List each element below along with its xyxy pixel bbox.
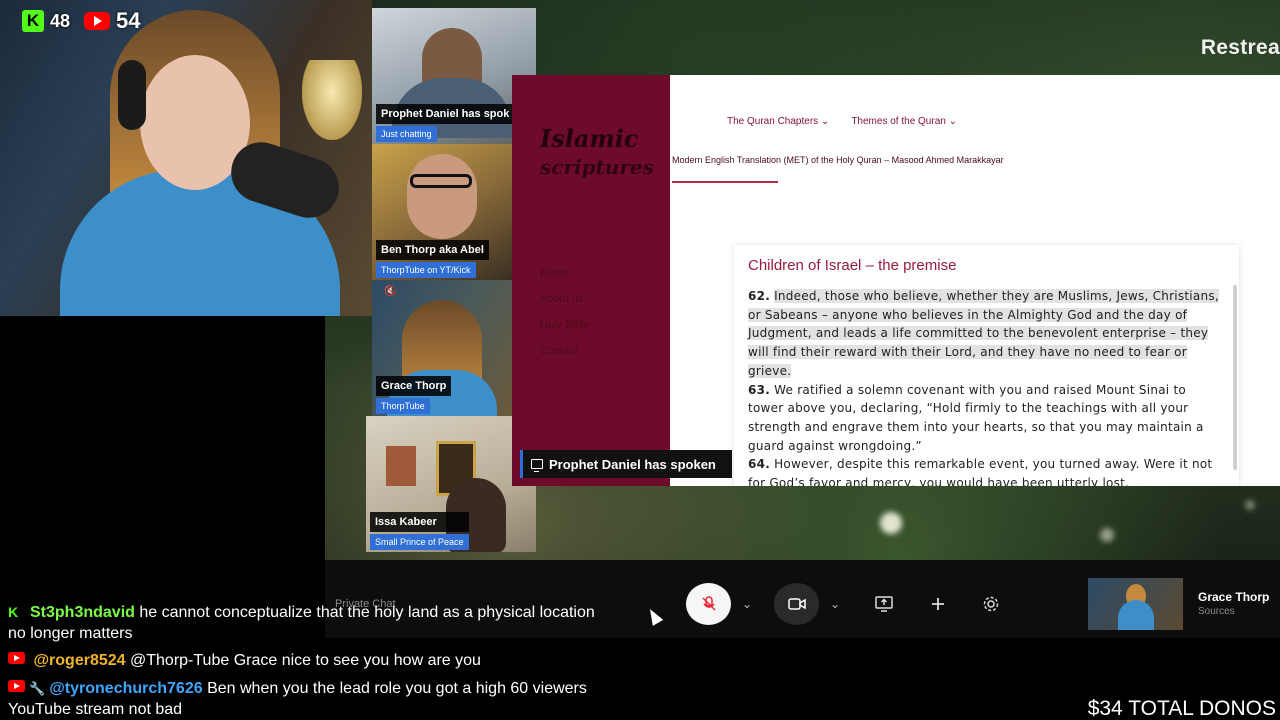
self-preview-thumbnail[interactable]: [1088, 578, 1183, 630]
chat-message: K St3ph3ndavid he cannot conceptualize th…: [8, 603, 595, 623]
chat-message: 🔧 @tyronechurch7626 Ben when you the lead…: [8, 679, 587, 699]
participant-name: Prophet Daniel has spok: [376, 104, 515, 124]
participant-tag: ThorpTube on YT/Kick: [376, 262, 476, 278]
caption-text: Prophet Daniel has spoken: [549, 456, 716, 472]
participant-tile[interactable]: Issa Kabeer Small Prince of Peace: [366, 416, 536, 552]
participant-tag: ThorpTube: [376, 398, 430, 414]
restream-label: Restrea: [1200, 36, 1280, 59]
logo-line-2: scriptures: [540, 155, 654, 179]
participant-label: Grace Thorp ThorpTube: [376, 376, 452, 414]
logo-line-1: Islamic: [540, 124, 639, 153]
glasses: [410, 174, 472, 188]
website-logo: Islamic scriptures: [540, 125, 654, 181]
main-webcam: K 48 54: [0, 0, 372, 316]
verse-number: 64.: [748, 457, 771, 472]
youtube-icon: [8, 680, 25, 692]
kick-icon: K: [8, 604, 19, 620]
participant-label: Ben Thorp aka Abel ThorpTube on YT/Kick: [376, 240, 489, 278]
chat-message-continued: YouTube stream not bad: [8, 701, 183, 718]
chat-message: @roger8524 @Thorp-Tube Grace nice to see…: [8, 651, 481, 671]
bokeh-light: [1245, 500, 1255, 510]
nav-quran-chapters[interactable]: The Quran Chapters ⌄: [727, 116, 829, 127]
share-screen-button[interactable]: [866, 583, 902, 625]
self-sources-link[interactable]: Sources: [1198, 606, 1235, 617]
participant-label: Prophet Daniel has spok Just chatting: [376, 104, 515, 142]
chat-username: @tyronechurch7626: [49, 680, 203, 697]
viewer-counts: K 48 54: [22, 8, 141, 34]
nav-about[interactable]: About us: [540, 293, 590, 305]
participant-name: Ben Thorp aka Abel: [376, 240, 489, 260]
youtube-icon: [84, 12, 111, 30]
article-scrollbar[interactable]: [1233, 285, 1237, 470]
nav-home[interactable]: Home: [540, 267, 590, 279]
article-card: Children of Israel – the premise 62. Ind…: [734, 245, 1239, 486]
verse-64: 64. However, despite this remarkable eve…: [748, 455, 1225, 486]
bokeh-light: [1100, 528, 1114, 542]
chat-text: Ben when you the lead role you got a hig…: [207, 680, 587, 697]
lamp: [302, 60, 362, 140]
chat-message-continued: no longer matters: [8, 625, 133, 642]
participant-tile[interactable]: 🔇 Grace Thorp ThorpTube: [372, 280, 512, 416]
verse-text: We ratified a solemn covenant with you a…: [748, 382, 1204, 453]
settings-button[interactable]: [973, 583, 1009, 625]
kick-icon: K: [22, 10, 44, 32]
camera-options-chevron[interactable]: ⌄: [825, 583, 845, 625]
screen-share-caption: Prophet Daniel has spoken: [520, 450, 732, 478]
self-name: Grace Thorp: [1198, 590, 1270, 604]
participant-label: Issa Kabeer Small Prince of Peace: [370, 512, 469, 550]
donations-total: $34 TOTAL DONOS: [1087, 697, 1276, 720]
chat-text: he cannot conceptualize that the holy la…: [139, 604, 595, 621]
bokeh-light: [880, 512, 902, 534]
wall-picture: [386, 446, 416, 486]
gear-icon: [983, 596, 999, 612]
article-title: Children of Israel – the premise: [748, 257, 957, 274]
self-figure: [1118, 600, 1154, 630]
website-top-nav: The Quran Chapters ⌄ Themes of the Quran…: [727, 116, 957, 127]
verse-63: 63. We ratified a solemn covenant with y…: [748, 381, 1225, 456]
participant-tag: Small Prince of Peace: [370, 534, 469, 550]
participant-figure: [407, 154, 477, 239]
mic-off-icon: [701, 596, 716, 611]
mic-options-chevron[interactable]: ⌄: [737, 583, 757, 625]
verse-number: 63.: [748, 382, 771, 397]
participant-tile[interactable]: Ben Thorp aka Abel ThorpTube on YT/Kick: [372, 144, 512, 280]
camera-toggle-button[interactable]: [774, 583, 819, 625]
muted-speaker-icon: 🔇: [384, 286, 397, 297]
participant-name: Issa Kabeer: [370, 512, 469, 532]
verse-62: 62. Indeed, those who believe, whether t…: [748, 287, 1225, 381]
share-screen-icon: [875, 596, 893, 612]
website-subtitle: Modern English Translation (MET) of the …: [672, 155, 1004, 165]
participant-tag: Just chatting: [376, 126, 437, 142]
chat-text: @Thorp-Tube Grace nice to see you how ar…: [130, 652, 481, 669]
headset: [118, 60, 146, 130]
youtube-icon: [8, 652, 25, 664]
verse-text: Indeed, those who believe, whether they …: [748, 289, 1219, 378]
monitor-icon: [531, 459, 543, 472]
participant-name: Grace Thorp: [376, 376, 452, 396]
camera-icon: [787, 598, 806, 610]
chat-username: St3ph3ndavid: [30, 604, 135, 621]
chat-username: @roger8524: [33, 652, 126, 669]
shared-website: Islamic scriptures Home About us Holy Bi…: [512, 75, 1280, 486]
plus-icon: [932, 598, 944, 610]
youtube-viewer-count: 54: [116, 8, 141, 33]
moderator-wrench-icon: 🔧: [29, 681, 46, 696]
add-button[interactable]: [920, 583, 956, 625]
website-sidebar: Islamic scriptures Home About us Holy Bi…: [512, 75, 670, 486]
verse-text: However, despite this remarkable event, …: [748, 457, 1213, 486]
website-side-nav: Home About us Holy Bible Contact: [540, 267, 590, 371]
stream-canvas: Restrea K 48 54 Prophet Daniel has spok …: [0, 0, 1280, 720]
nav-themes[interactable]: Themes of the Quran ⌄: [851, 116, 957, 127]
mic-toggle-button[interactable]: [686, 583, 731, 625]
nav-bible[interactable]: Holy Bible: [540, 319, 590, 331]
kick-viewer-count: 48: [50, 10, 71, 31]
active-underline: [672, 181, 778, 183]
nav-contact[interactable]: Contact: [540, 345, 590, 357]
verse-number: 62.: [748, 289, 771, 303]
